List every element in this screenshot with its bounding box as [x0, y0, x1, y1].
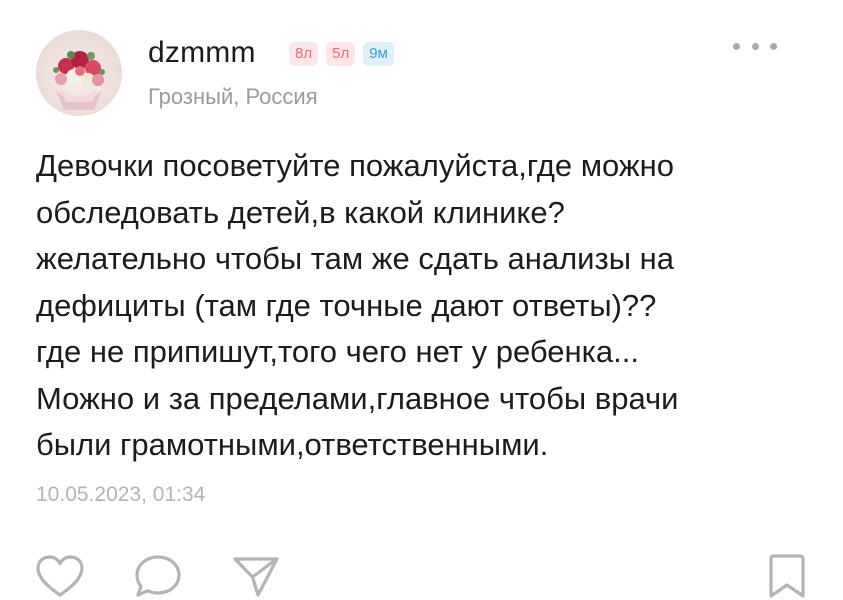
- more-dot: [733, 42, 740, 50]
- post-text-line: обследовать детей,в какой клинике?: [36, 194, 565, 230]
- post-text-line: Можно и за пределами,главное чтобы врачи: [36, 380, 679, 416]
- badge-child-age-2[interactable]: 5л: [326, 42, 356, 66]
- post-header: dzmmm 8л 5л 9м Грозный, Россия: [36, 30, 826, 122]
- comment-bubble-icon[interactable]: [132, 552, 184, 600]
- more-dot: [751, 42, 759, 50]
- post-timestamp: 10.05.2023, 01:34: [36, 483, 206, 506]
- post-body: Девочки посоветуйте пожалуйста,где можно…: [36, 143, 831, 469]
- bookmark-icon[interactable]: [765, 552, 809, 600]
- badge-list: 8л 5л 9м: [289, 42, 394, 66]
- post-text-line: где не припишут,того чего нет у ребенка.…: [36, 334, 639, 369]
- post-text-line: были грамотными,ответственными.: [36, 427, 549, 462]
- more-dots-icon[interactable]: [733, 36, 777, 56]
- author-username[interactable]: dzmmm: [148, 36, 256, 70]
- author-location: Грозный, Россия: [148, 84, 318, 109]
- post-text-line: Девочки посоветуйте пожалуйста,где можно: [36, 148, 674, 183]
- heart-icon[interactable]: [34, 553, 86, 599]
- badge-child-age-3[interactable]: 9м: [363, 42, 394, 66]
- send-arrow-icon[interactable]: [230, 552, 282, 600]
- author-avatar[interactable]: [36, 30, 122, 116]
- post-text-line: желательно чтобы там же сдать анализы на: [36, 241, 674, 276]
- more-dot: [770, 42, 777, 50]
- post-text-line: дефициты (там где точные дают ответы)??: [36, 287, 657, 323]
- badge-child-age-1[interactable]: 8л: [289, 42, 319, 66]
- flower-bouquet-avatar-icon: [36, 30, 122, 116]
